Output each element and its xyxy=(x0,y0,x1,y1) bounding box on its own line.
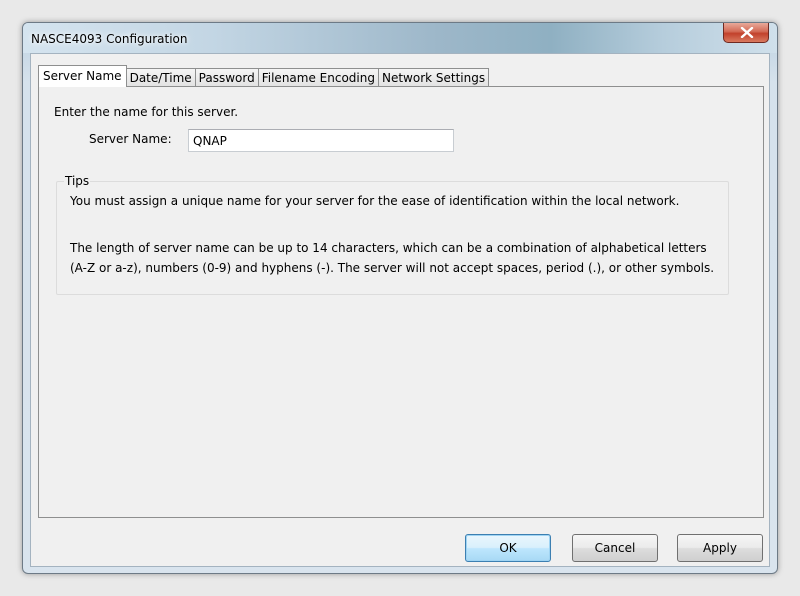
tab-server-name[interactable]: Server Name xyxy=(38,65,127,87)
tab-password[interactable]: Password xyxy=(194,68,259,87)
tips-text-length-rules: The length of server name can be up to 1… xyxy=(70,241,715,275)
tips-legend: Tips xyxy=(64,174,91,188)
close-icon xyxy=(740,27,754,38)
client-area: Server Name Date/Time Password Filename … xyxy=(30,53,770,567)
tips-group: Tips You must assign a unique name for y… xyxy=(56,174,729,295)
title-bar[interactable]: NASCE4093 Configuration xyxy=(23,23,777,53)
window-title: NASCE4093 Configuration xyxy=(31,32,188,46)
server-name-label: Server Name: xyxy=(89,132,172,146)
intro-text: Enter the name for this server. xyxy=(54,105,239,119)
config-window: NASCE4093 Configuration Server Name Date… xyxy=(22,22,778,574)
apply-button[interactable]: Apply xyxy=(677,534,763,562)
cancel-button[interactable]: Cancel xyxy=(572,534,658,562)
ok-button[interactable]: OK xyxy=(465,534,551,562)
server-name-input[interactable] xyxy=(188,129,454,152)
tab-date-time[interactable]: Date/Time xyxy=(125,68,196,87)
tab-network-settings[interactable]: Network Settings xyxy=(377,68,490,87)
tips-text-unique-name: You must assign a unique name for your s… xyxy=(70,194,680,208)
close-button[interactable] xyxy=(723,23,769,43)
tab-filename-encoding[interactable]: Filename Encoding xyxy=(257,68,379,87)
server-name-tab-page: Enter the name for this server. Server N… xyxy=(38,86,764,518)
tab-strip: Server Name Date/Time Password Filename … xyxy=(38,65,490,87)
